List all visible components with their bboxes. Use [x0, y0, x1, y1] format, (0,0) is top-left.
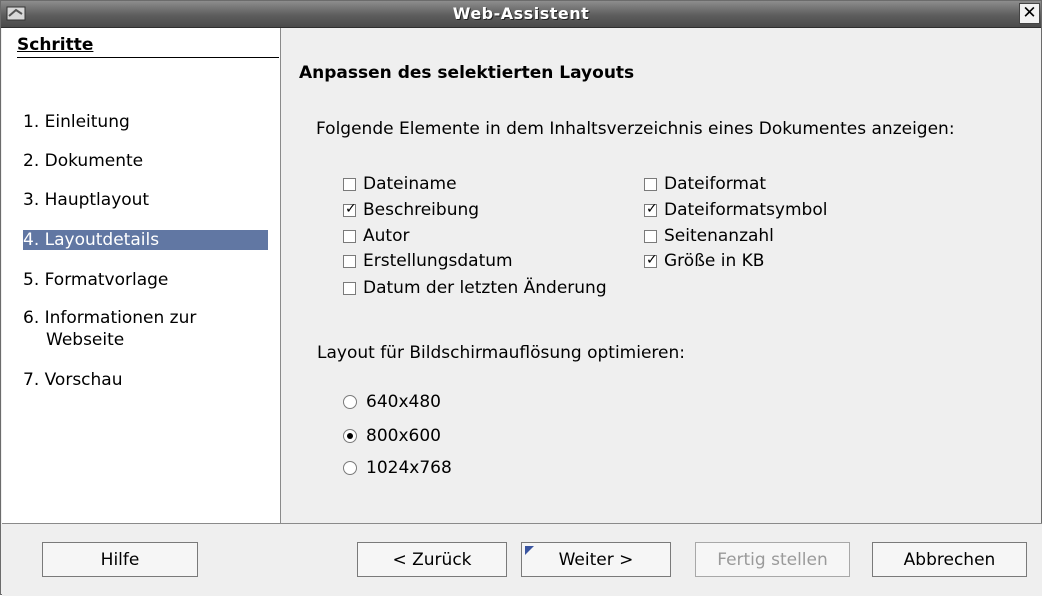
- checkbox-label: Erstellungsdatum: [363, 251, 513, 271]
- radio-640x480[interactable]: 640x480: [343, 392, 441, 412]
- help-button-label: Hilfe: [100, 549, 140, 570]
- checkbox-label: Autor: [363, 226, 410, 246]
- step-documents[interactable]: 2. Dokumente: [23, 151, 143, 171]
- checkmark-icon: ✓: [646, 251, 658, 268]
- checkbox-label: Dateiformatsymbol: [664, 200, 828, 220]
- radio-circle[interactable]: [343, 461, 357, 475]
- step-style[interactable]: 5. Formatvorlage: [23, 270, 168, 290]
- help-button[interactable]: Hilfe: [42, 542, 198, 577]
- back-button-label: < Zurück: [392, 549, 472, 570]
- checkbox-page-count[interactable]: Seitenanzahl: [644, 226, 774, 246]
- radio-label: 800x600: [366, 426, 441, 446]
- checkbox-label: Seitenanzahl: [664, 226, 774, 246]
- checkbox-box[interactable]: [343, 254, 356, 268]
- close-icon: ✕: [1022, 3, 1037, 23]
- cancel-button[interactable]: Abbrechen: [872, 542, 1027, 577]
- checkbox-box[interactable]: [343, 281, 356, 295]
- checkbox-filename[interactable]: Dateiname: [343, 174, 457, 194]
- step-main-layout[interactable]: 3. Hauptlayout: [23, 190, 149, 210]
- checkbox-author[interactable]: Autor: [343, 226, 409, 246]
- checkbox-box[interactable]: ✓: [644, 251, 658, 268]
- radio-circle[interactable]: [343, 429, 357, 443]
- step-preview[interactable]: 7. Vorschau: [23, 370, 123, 390]
- checkbox-box[interactable]: [644, 229, 657, 243]
- web-assistant-dialog: Web-Assistent ✕ Schritte 1. Einleitung 2…: [0, 0, 1042, 596]
- finish-button[interactable]: Fertig stellen: [695, 542, 850, 577]
- radio-dot: [347, 433, 353, 439]
- checkbox-creation-date[interactable]: Erstellungsdatum: [343, 251, 513, 271]
- radio-1024x768[interactable]: 1024x768: [343, 458, 452, 478]
- checkmark-icon: ✓: [345, 200, 357, 217]
- checkbox-size-kb[interactable]: ✓ Größe in KB: [644, 251, 764, 271]
- radio-label: 640x480: [366, 392, 441, 412]
- checkbox-box[interactable]: ✓: [644, 200, 658, 217]
- checkbox-label: Größe in KB: [664, 251, 765, 271]
- checkbox-box[interactable]: [644, 177, 657, 191]
- radio-label: 1024x768: [366, 458, 452, 478]
- checkbox-label: Datum der letzten Änderung: [363, 278, 607, 298]
- step-website-info[interactable]: 6. Informationen zur: [23, 308, 196, 328]
- elements-label: Folgende Elemente in dem Inhaltsverzeich…: [316, 119, 955, 139]
- steps-heading: Schritte: [17, 35, 279, 58]
- checkbox-file-format[interactable]: Dateiformat: [644, 174, 766, 194]
- window-title: Web-Assistent: [452, 4, 590, 23]
- checkbox-box[interactable]: ✓: [343, 200, 357, 217]
- cancel-button-label: Abbrechen: [903, 549, 996, 570]
- checkmark-icon: ✓: [646, 200, 658, 217]
- checkbox-file-format-icon[interactable]: ✓ Dateiformatsymbol: [644, 200, 827, 220]
- next-button[interactable]: Weiter >: [521, 542, 671, 577]
- checkbox-box[interactable]: [343, 177, 356, 191]
- resolution-label: Layout für Bildschirmauflösung optimiere…: [317, 343, 685, 363]
- default-button-marker-icon: [525, 546, 534, 555]
- radio-800x600[interactable]: 800x600: [343, 426, 441, 446]
- checkbox-box[interactable]: [343, 229, 356, 243]
- checkbox-label: Dateiformat: [664, 174, 767, 194]
- close-button[interactable]: ✕: [1019, 3, 1040, 24]
- step-layout-details[interactable]: 4. Layoutdetails: [23, 230, 268, 250]
- finish-button-label: Fertig stellen: [717, 549, 828, 570]
- page-heading: Anpassen des selektierten Layouts: [299, 63, 635, 83]
- title-bar[interactable]: Web-Assistent ✕: [1, 1, 1041, 28]
- step-website-info-cont[interactable]: Webseite: [46, 330, 124, 350]
- main-panel: [282, 28, 1040, 523]
- back-button[interactable]: < Zurück: [357, 542, 507, 577]
- step-introduction[interactable]: 1. Einleitung: [23, 112, 130, 132]
- next-button-label: Weiter >: [558, 549, 634, 570]
- checkbox-label: Dateiname: [363, 174, 457, 194]
- radio-circle[interactable]: [343, 395, 357, 409]
- checkbox-last-change[interactable]: Datum der letzten Änderung: [343, 278, 607, 298]
- checkbox-label: Beschreibung: [363, 200, 480, 220]
- checkbox-description[interactable]: ✓ Beschreibung: [343, 200, 479, 220]
